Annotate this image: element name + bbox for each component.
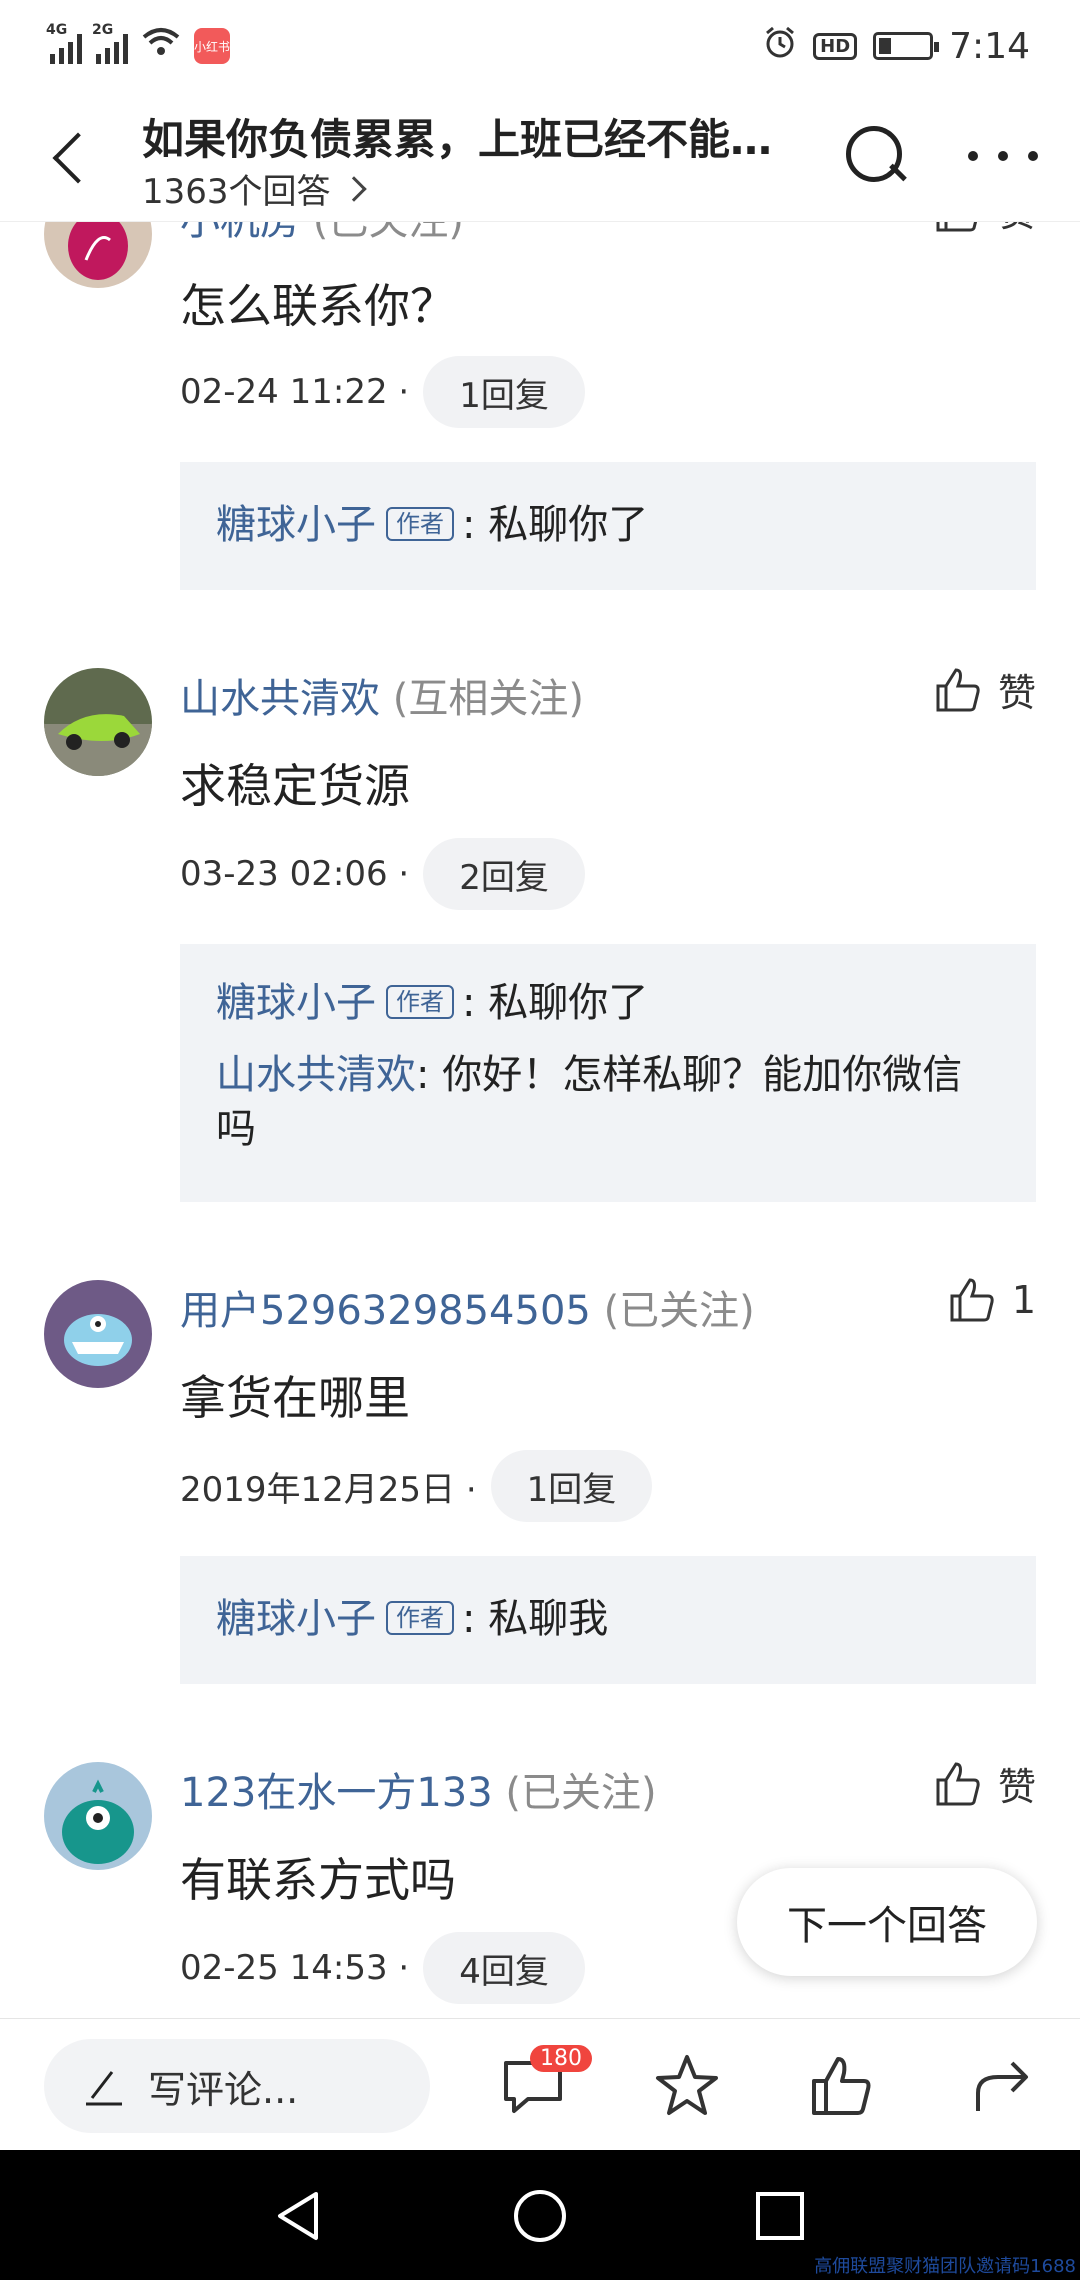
comment-author-line: 山水共清欢 (互相关注) xyxy=(180,666,584,724)
follow-status: (互相关注) xyxy=(392,676,584,722)
reply-text: : 私聊我 xyxy=(462,1596,609,1642)
avatar[interactable] xyxy=(44,1280,152,1388)
comment-time: 02-25 14:53 · xyxy=(180,1948,410,1988)
reply-count-button[interactable]: 1回复 xyxy=(423,356,585,428)
write-comment-input[interactable]: 写评论... xyxy=(44,2039,430,2133)
comment-meta: 2019年12月25日 · 1回复 xyxy=(180,1450,653,1522)
comment-author-line: 用户5296329854505 (已关注) xyxy=(180,1278,755,1336)
like-button[interactable]: 赞 xyxy=(932,1756,1036,1811)
reply-box[interactable]: 糖球小子 作者: 私聊我 xyxy=(180,1556,1036,1684)
follow-status: (已关注) xyxy=(603,1288,755,1334)
follow-status: (已关注) xyxy=(505,1770,657,1816)
reply-item: 山水共清欢: 你好！怎样私聊？能加你微信吗 xyxy=(216,1048,1000,1156)
comment-meta: 02-24 11:22 · 1回复 xyxy=(180,356,585,428)
like-label: 赞 xyxy=(997,1765,1036,1809)
hd-icon: HD xyxy=(813,32,858,60)
reply-count-button[interactable]: 1回复 xyxy=(490,1450,653,1522)
status-bar: 4G 2G 小红书 HD 7:14 xyxy=(0,0,1080,92)
follow-status: (已关注) xyxy=(313,222,464,244)
reply-text: : 私聊你了 xyxy=(462,502,649,548)
thumbs-up-icon xyxy=(950,1278,994,1322)
comment-text: 有联系方式吗 xyxy=(180,1853,456,1907)
network-type-label: 2G xyxy=(92,22,114,38)
cellular-signal-icon: 2G xyxy=(92,22,128,64)
reply-item: 糖球小子 作者: 私聊我 xyxy=(216,1590,1000,1648)
reply-item: 糖球小子 作者: 私聊你了 xyxy=(216,974,1000,1032)
answer-count-link[interactable]: 1363个回答 xyxy=(142,164,367,213)
watermark-text: 高佣联盟聚财猫团队邀请码1688 xyxy=(814,2256,1076,2277)
reply-count-button[interactable]: 4回复 xyxy=(423,1932,585,2004)
comment-list[interactable]: 小机房 (已关注) 赞 怎么联系你？ 02-24 11:22 · 1回复 糖球小… xyxy=(0,222,1080,2018)
like-button[interactable]: 赞 xyxy=(932,222,1036,237)
like-label: 赞 xyxy=(997,671,1036,715)
pen-icon xyxy=(86,2071,122,2106)
share-icon[interactable] xyxy=(968,2051,1038,2121)
thumbs-up-icon xyxy=(936,222,977,231)
reply-author[interactable]: 糖球小子 xyxy=(216,502,376,548)
clock: 7:14 xyxy=(949,25,1030,67)
cellular-signal-icon: 4G xyxy=(46,22,82,64)
comment-text: 求稳定货源 xyxy=(180,759,410,813)
avatar[interactable] xyxy=(44,222,152,288)
nav-home-icon[interactable] xyxy=(512,2188,568,2244)
like-label: 赞 xyxy=(998,222,1036,237)
search-icon[interactable] xyxy=(840,120,910,190)
answer-count: 1363个回答 xyxy=(142,172,331,212)
comment-time: 02-24 11:22 · xyxy=(180,372,410,412)
reply-author[interactable]: 糖球小子 xyxy=(216,1596,376,1642)
thumbs-up-icon[interactable] xyxy=(806,2051,876,2121)
more-icon[interactable] xyxy=(968,136,1038,176)
reply-item: 糖球小子 作者: 私聊你了 xyxy=(216,496,1000,554)
reply-box[interactable]: 糖球小子 作者: 私聊你了 山水共清欢: 你好！怎样私聊？能加你微信吗 xyxy=(180,944,1036,1202)
comment-time: 03-23 02:06 · xyxy=(180,854,410,894)
comment-text: 怎么联系你？ xyxy=(180,279,456,333)
reply-box[interactable]: 糖球小子 作者: 私聊你了 xyxy=(180,462,1036,590)
reply-author[interactable]: 山水共清欢 xyxy=(216,1052,416,1098)
author-badge: 作者 xyxy=(386,985,454,1019)
thumbs-up-icon xyxy=(936,1761,980,1805)
system-navigation-bar: 高佣联盟聚财猫团队邀请码1688 xyxy=(0,2150,1080,2280)
comment-time: 2019年12月25日 · xyxy=(180,1469,477,1510)
header: 如果你负债累累，上班已经不能… 1363个回答 xyxy=(0,92,1080,222)
page-title: 如果你负债累累，上班已经不能… xyxy=(142,115,773,164)
comment-author-line: 小机房 (已关注) xyxy=(180,222,464,246)
username-link[interactable]: 山水共清欢 xyxy=(180,676,380,722)
comment-meta: 02-25 14:53 · 4回复 xyxy=(180,1932,585,2004)
reply-author[interactable]: 糖球小子 xyxy=(216,980,376,1026)
app-notification-icon: 小红书 xyxy=(194,28,230,64)
like-count: 1 xyxy=(1011,1278,1036,1322)
comment-text: 拿货在哪里 xyxy=(180,1371,410,1425)
username-link[interactable]: 小机房 xyxy=(180,222,300,244)
write-comment-placeholder: 写评论... xyxy=(148,2067,299,2112)
reply-text: : 私聊你了 xyxy=(462,980,649,1026)
like-button[interactable]: 1 xyxy=(946,1274,1036,1326)
comment-author-line: 123在水一方133 (已关注) xyxy=(180,1760,657,1818)
username-link[interactable]: 123在水一方133 xyxy=(180,1770,493,1816)
reply-count-button[interactable]: 2回复 xyxy=(423,838,585,910)
like-button[interactable]: 赞 xyxy=(932,662,1036,717)
comment-count-badge: 180 xyxy=(530,2045,592,2072)
next-answer-button[interactable]: 下一个回答 xyxy=(737,1868,1037,1976)
network-type-label: 4G xyxy=(46,22,68,38)
author-badge: 作者 xyxy=(386,507,454,541)
avatar[interactable] xyxy=(44,668,152,776)
favorite-star-icon[interactable] xyxy=(652,2051,722,2121)
wifi-icon xyxy=(142,26,180,66)
comment-meta: 03-23 02:06 · 2回复 xyxy=(180,838,585,910)
back-button[interactable] xyxy=(44,122,104,192)
alarm-icon xyxy=(763,25,797,68)
nav-back-icon[interactable] xyxy=(272,2188,328,2244)
author-badge: 作者 xyxy=(386,1601,454,1635)
thumbs-up-icon xyxy=(936,667,980,711)
avatar[interactable] xyxy=(44,1762,152,1870)
chevron-right-icon xyxy=(340,175,367,202)
battery-icon xyxy=(873,32,940,60)
bottom-action-bar: 写评论... 180 xyxy=(0,2018,1080,2150)
nav-recents-icon[interactable] xyxy=(752,2188,808,2244)
username-link[interactable]: 用户5296329854505 xyxy=(180,1288,591,1334)
